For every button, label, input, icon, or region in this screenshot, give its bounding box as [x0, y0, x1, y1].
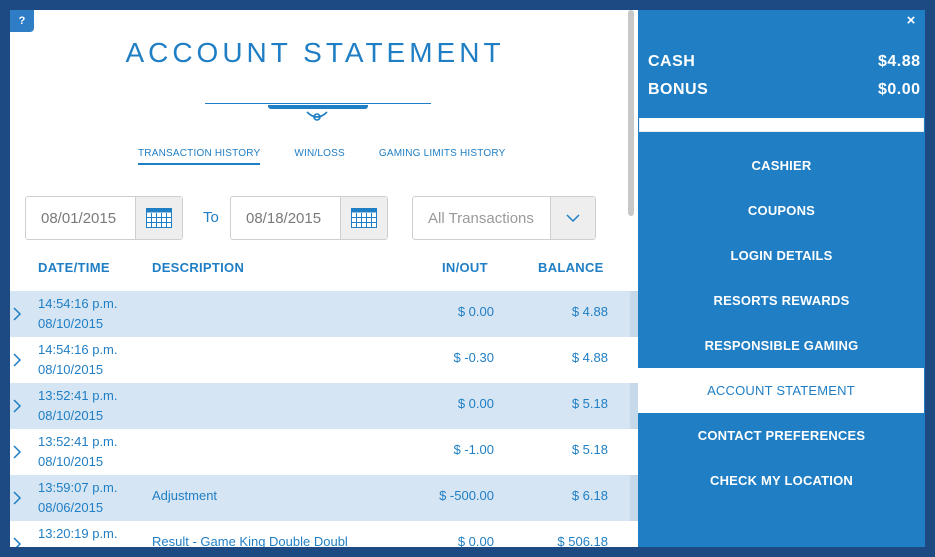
- tab-transaction-history[interactable]: TRANSACTION HISTORY: [138, 148, 261, 165]
- row-description: Result - Game King Double Doubl: [152, 534, 348, 547]
- chevron-right-icon[interactable]: [12, 444, 22, 460]
- calendar-icon: [351, 208, 377, 228]
- page-title: ACCOUNT STATEMENT: [125, 37, 505, 68]
- row-datetime: 13:52:41 p.m. 08/10/2015: [38, 388, 118, 423]
- from-date-calendar-button[interactable]: [135, 197, 182, 239]
- row-edge: [630, 337, 638, 383]
- to-date-calendar-button[interactable]: [340, 197, 387, 239]
- row-datetime: 13:59:07 p.m. 08/06/2015: [38, 480, 118, 515]
- row-inout: $ -1.00: [453, 442, 494, 457]
- menu-item-resorts-rewards[interactable]: RESORTS REWARDS: [638, 278, 925, 323]
- cash-label: CASH: [648, 53, 696, 70]
- table-row[interactable]: 13:52:41 p.m. 08/10/2015 $ 0.00 $ 5.18: [10, 383, 638, 429]
- row-balance: $ 4.88: [571, 350, 608, 365]
- table-row[interactable]: 13:59:07 p.m. 08/06/2015 Adjustment $ -50…: [10, 475, 638, 521]
- table-row[interactable]: 13:52:41 p.m. 08/10/2015 $ -1.00 $ 5.18: [10, 429, 638, 475]
- table-row[interactable]: 14:54:16 p.m. 08/10/2015 $ 0.00 $ 4.88: [10, 291, 638, 337]
- help-button[interactable]: ?: [10, 10, 34, 32]
- chevron-right-icon[interactable]: [12, 352, 22, 368]
- menu-item-login-details[interactable]: LOGIN DETAILS: [638, 233, 925, 278]
- column-header-datetime[interactable]: DATE/TIME: [38, 260, 110, 275]
- row-edge: [630, 383, 638, 429]
- row-inout: $ -500.00: [439, 488, 494, 503]
- from-date-value[interactable]: 08/01/2015: [26, 197, 135, 239]
- table-row[interactable]: 14:54:16 p.m. 08/10/2015 $ -0.30 $ 4.88: [10, 337, 638, 383]
- menu-item-coupons[interactable]: COUPONS: [638, 188, 925, 233]
- column-header-description[interactable]: DESCRIPTION: [152, 260, 244, 275]
- row-balance: $ 4.88: [571, 304, 608, 319]
- transaction-type-value[interactable]: All Transactions: [413, 197, 550, 239]
- account-menu: CASHIER COUPONS LOGIN DETAILS RESORTS RE…: [638, 143, 925, 503]
- row-edge: [630, 475, 638, 521]
- chevron-right-icon[interactable]: [12, 398, 22, 414]
- from-date-field[interactable]: 08/01/2015: [25, 196, 183, 240]
- chevron-right-icon[interactable]: [12, 306, 22, 322]
- column-header-balance[interactable]: BALANCE: [538, 260, 604, 275]
- sidebar-divider-inner: [640, 118, 923, 131]
- row-inout: $ 0.00: [457, 396, 494, 411]
- menu-item-account-statement[interactable]: ACCOUNT STATEMENT: [638, 368, 924, 413]
- statement-tabs: TRANSACTION HISTORY WIN/LOSS GAMING LIMI…: [138, 148, 505, 165]
- transaction-type-dropdown-button[interactable]: [550, 197, 595, 239]
- row-description: Adjustment: [152, 488, 218, 503]
- account-sidebar: × CASH $4.88 BONUS $0.00 CASHIER COUPONS…: [638, 10, 925, 547]
- menu-item-contact-preferences[interactable]: CONTACT PREFERENCES: [638, 413, 925, 458]
- cash-balance: CASH $4.88: [648, 53, 925, 71]
- column-header-inout[interactable]: IN/OUT: [442, 260, 488, 275]
- transaction-type-select[interactable]: All Transactions: [412, 196, 596, 240]
- menu-item-check-my-location[interactable]: CHECK MY LOCATION: [638, 458, 925, 503]
- row-balance: $ 6.18: [571, 488, 608, 503]
- bonus-value: $0.00: [878, 81, 921, 98]
- tab-win-loss[interactable]: WIN/LOSS: [294, 148, 345, 165]
- bonus-label: BONUS: [648, 81, 709, 98]
- tab-gaming-limits-history[interactable]: GAMING LIMITS HISTORY: [379, 148, 506, 165]
- calendar-icon: [146, 208, 172, 228]
- scrollbar[interactable]: [628, 10, 634, 216]
- table-row[interactable]: 13:20:19 p.m. Result - Game King Double …: [10, 521, 638, 547]
- row-datetime: 14:54:16 p.m. 08/10/2015: [38, 342, 118, 377]
- row-edge: [630, 521, 638, 547]
- chevron-right-icon[interactable]: [12, 490, 22, 506]
- row-datetime: 13:52:41 p.m. 08/10/2015: [38, 434, 118, 469]
- transaction-list: 14:54:16 p.m. 08/10/2015 $ 0.00 $ 4.88 14…: [10, 291, 638, 547]
- chevron-down-icon: [566, 214, 580, 222]
- close-button[interactable]: ×: [903, 12, 919, 29]
- table-header: DATE/TIME DESCRIPTION IN/OUT BALANCE: [10, 260, 630, 280]
- row-balance: $ 506.18: [557, 534, 608, 547]
- row-inout: $ 0.00: [457, 304, 494, 319]
- row-edge: [630, 291, 638, 337]
- cash-value: $4.88: [878, 53, 921, 70]
- bonus-balance: BONUS $0.00: [648, 81, 925, 99]
- menu-item-cashier[interactable]: CASHIER: [638, 143, 925, 188]
- title-divider: [205, 103, 431, 104]
- row-datetime: 13:20:19 p.m.: [38, 526, 118, 541]
- menu-item-responsible-gaming[interactable]: RESPONSIBLE GAMING: [638, 323, 925, 368]
- row-balance: $ 5.18: [571, 442, 608, 457]
- row-edge: [630, 429, 638, 475]
- to-date-value[interactable]: 08/18/2015: [231, 197, 340, 239]
- ornament-icon: [306, 111, 328, 121]
- to-date-field[interactable]: 08/18/2015: [230, 196, 388, 240]
- row-inout: $ -0.30: [453, 350, 494, 365]
- row-inout: $ 0.00: [457, 534, 494, 547]
- row-datetime: 14:54:16 p.m. 08/10/2015: [38, 296, 118, 331]
- chevron-right-icon[interactable]: [12, 536, 22, 547]
- statement-panel: ? ACCOUNT STATEMENT TRANSACTION HISTORY …: [10, 10, 638, 547]
- row-balance: $ 5.18: [571, 396, 608, 411]
- to-label: To: [203, 209, 219, 226]
